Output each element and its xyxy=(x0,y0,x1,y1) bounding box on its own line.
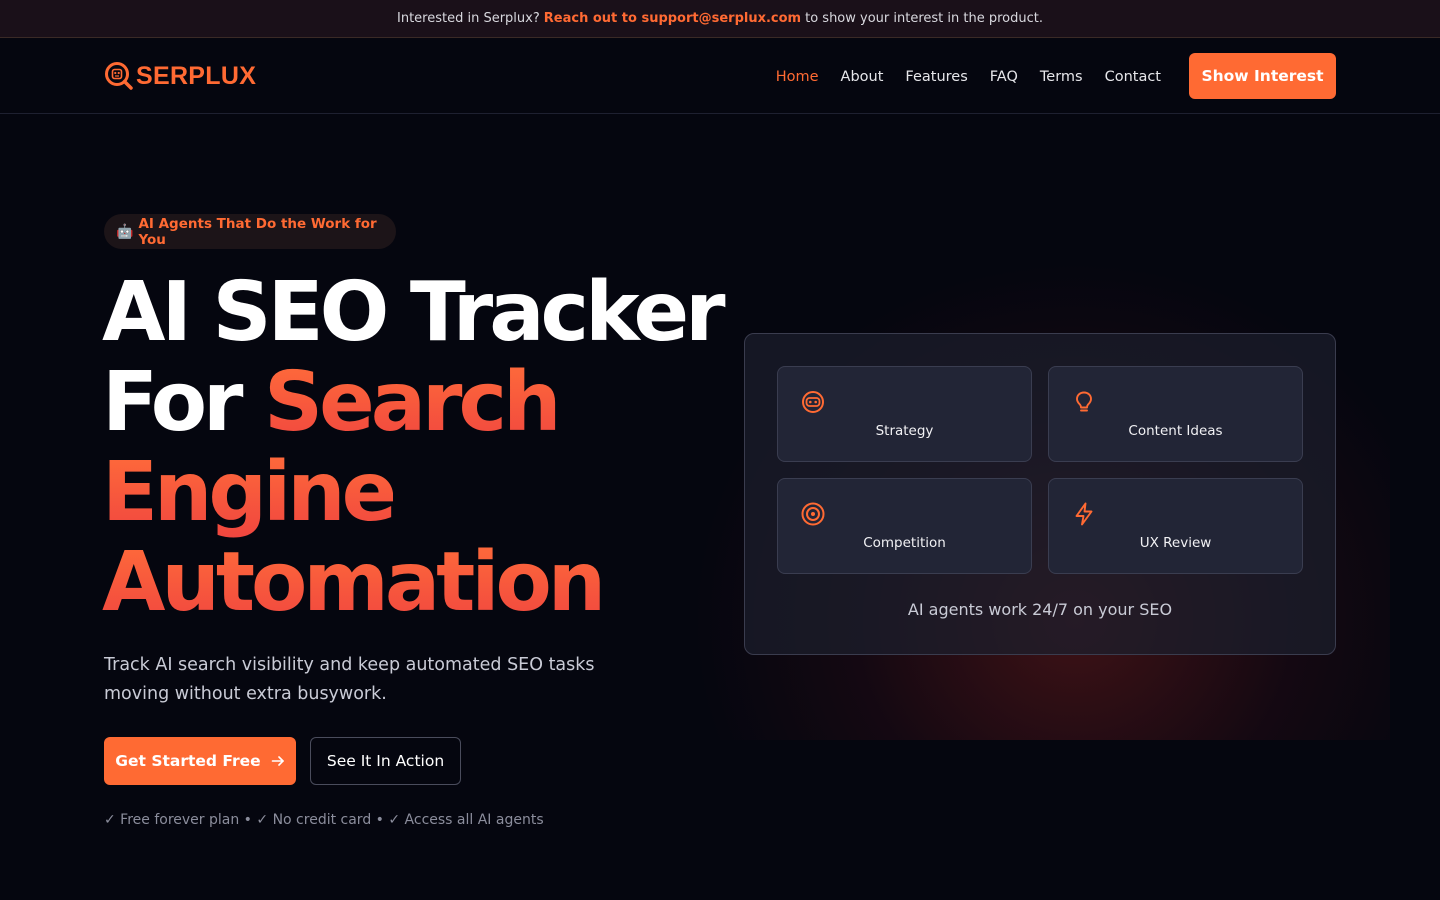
agent-card-strategy[interactable]: Strategy xyxy=(777,366,1032,462)
agent-card-label: UX Review xyxy=(1139,535,1212,551)
agent-card-label: Competition xyxy=(863,535,946,551)
robot-icon: 🤖 xyxy=(116,223,134,240)
top-navigation: SERPLUX Home About Features FAQ Terms Co… xyxy=(0,39,1440,114)
nav-menu: Home About Features FAQ Terms Contact xyxy=(776,39,1161,114)
hero-badge: 🤖 AI Agents That Do the Work for You xyxy=(104,214,396,249)
headline-line-4: Automation xyxy=(102,535,606,630)
target-icon xyxy=(801,502,825,526)
nav-item-about[interactable]: About xyxy=(841,69,884,85)
nav-item-faq[interactable]: FAQ xyxy=(990,69,1018,85)
agent-card-label: Content Ideas xyxy=(1128,423,1223,439)
headline-line-3: Engine xyxy=(102,445,397,540)
announcement-bar: Interested in Serplux? Reach out to supp… xyxy=(0,0,1440,38)
agent-card-content-ideas[interactable]: Content Ideas xyxy=(1048,366,1303,462)
hero-headline: AI SEO Tracker For Search Engine Automat… xyxy=(102,268,742,628)
announcement-contact-link[interactable]: Reach out to support@serplux.com xyxy=(544,11,801,26)
magnifier-logo-icon xyxy=(105,62,133,90)
nav-item-home[interactable]: Home xyxy=(776,69,819,85)
agent-card-ux-review[interactable]: UX Review xyxy=(1048,478,1303,574)
get-started-button[interactable]: Get Started Free xyxy=(104,737,296,785)
nav-item-terms[interactable]: Terms xyxy=(1040,69,1083,85)
brand-name: SERPLUX xyxy=(136,61,257,90)
show-interest-button[interactable]: Show Interest xyxy=(1189,53,1336,99)
arrow-right-icon xyxy=(271,756,284,766)
announcement-prefix: Interested in Serplux? xyxy=(397,11,540,26)
see-it-in-action-button[interactable]: See It In Action xyxy=(310,737,461,785)
agents-panel-footer: AI agents work 24/7 on your SEO xyxy=(907,600,1173,619)
nav-item-features[interactable]: Features xyxy=(905,69,967,85)
headline-line-1: AI SEO Tracker xyxy=(102,265,726,360)
lightning-icon xyxy=(1075,502,1093,526)
headline-line-2-white: For xyxy=(102,355,243,450)
get-started-label: Get Started Free xyxy=(115,752,261,770)
ai-agents-panel: Strategy Content Ideas Competition UX Re… xyxy=(744,333,1336,655)
brand-logo[interactable]: SERPLUX xyxy=(104,60,256,92)
agent-card-label: Strategy xyxy=(875,423,934,439)
agent-card-competition[interactable]: Competition xyxy=(777,478,1032,574)
bot-icon xyxy=(802,391,824,413)
headline-line-2-orange: Search xyxy=(264,355,561,450)
hero-subtitle: Track AI search visibility and keep auto… xyxy=(104,655,595,704)
hero-badge-label: AI Agents That Do the Work for You xyxy=(138,215,377,248)
nav-item-contact[interactable]: Contact xyxy=(1105,69,1161,85)
announcement-suffix: to show your interest in the product. xyxy=(805,11,1043,26)
lightbulb-icon xyxy=(1076,391,1092,412)
hero-perks: ✓ Free forever plan • ✓ No credit card •… xyxy=(104,812,544,828)
